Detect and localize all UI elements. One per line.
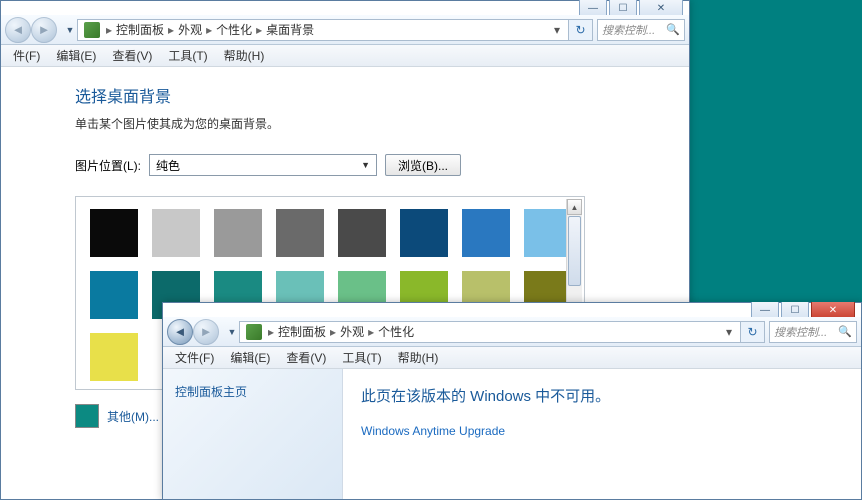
color-swatch[interactable] <box>90 271 138 319</box>
picture-location-select[interactable]: 纯色 ▼ <box>149 154 377 176</box>
nav-bar: ◄ ► ▼ ▸ 控制面板▸ 外观▸ 个性化 ▾ ↻ 搜索控制... 🔍 <box>163 317 861 347</box>
menu-help[interactable]: 帮助(H) <box>216 45 273 66</box>
forward-button[interactable]: ► <box>193 319 219 345</box>
browse-button[interactable]: 浏览(B)... <box>385 154 461 176</box>
page-title: 选择桌面背景 <box>75 83 689 107</box>
color-swatch[interactable] <box>400 209 448 257</box>
color-swatch[interactable] <box>276 209 324 257</box>
control-panel-icon <box>246 324 262 340</box>
search-input[interactable]: 搜索控制... 🔍 <box>769 321 857 343</box>
menu-bar: 件(F) 编辑(E) 查看(V) 工具(T) 帮助(H) <box>1 45 689 67</box>
nav-bar: ◄ ► ▼ ▸ 控制面板▸ 外观▸ 个性化▸ 桌面背景 ▾ ↻ 搜索控制... … <box>1 15 689 45</box>
scroll-thumb[interactable] <box>568 216 581 286</box>
sidebar: 控制面板主页 <box>163 369 343 499</box>
sidebar-link-home[interactable]: 控制面板主页 <box>175 383 330 400</box>
color-swatch[interactable] <box>462 209 510 257</box>
menu-file[interactable]: 文件(F) <box>167 347 222 368</box>
menu-tools[interactable]: 工具(T) <box>160 45 215 66</box>
back-button[interactable]: ◄ <box>167 319 193 345</box>
color-swatch[interactable] <box>90 209 138 257</box>
control-panel-icon <box>84 22 100 38</box>
back-button[interactable]: ◄ <box>5 17 31 43</box>
menu-view[interactable]: 查看(V) <box>278 347 334 368</box>
refresh-button[interactable]: ↻ <box>569 19 593 41</box>
menu-edit[interactable]: 编辑(E) <box>48 45 104 66</box>
history-dropdown[interactable]: ▼ <box>63 25 77 35</box>
other-color-link[interactable]: 其他(M)... <box>75 404 159 428</box>
search-input[interactable]: 搜索控制... 🔍 <box>597 19 685 41</box>
main-content: 此页在该版本的 Windows 中不可用。 Windows Anytime Up… <box>343 369 861 499</box>
history-dropdown[interactable]: ▼ <box>225 327 239 337</box>
unavailable-message: 此页在该版本的 Windows 中不可用。 <box>361 385 843 406</box>
menu-file[interactable]: 件(F) <box>5 45 48 66</box>
anytime-upgrade-link[interactable]: Windows Anytime Upgrade <box>361 424 843 438</box>
color-swatch[interactable] <box>338 209 386 257</box>
breadcrumb[interactable]: ▸ 控制面板▸ 外观▸ 个性化▸ 桌面背景 ▾ <box>77 19 569 41</box>
other-color-swatch <box>75 404 99 428</box>
forward-button[interactable]: ► <box>31 17 57 43</box>
page-subtitle: 单击某个图片使其成为您的桌面背景。 <box>75 115 689 132</box>
color-swatch[interactable] <box>152 209 200 257</box>
location-label: 图片位置(L): <box>75 157 141 174</box>
menu-tools[interactable]: 工具(T) <box>334 347 389 368</box>
window-personalization: — ☐ ✕ ◄ ► ▼ ▸ 控制面板▸ 外观▸ 个性化 ▾ ↻ 搜索控制... … <box>162 302 862 500</box>
refresh-button[interactable]: ↻ <box>741 321 765 343</box>
color-swatch[interactable] <box>90 333 138 381</box>
menu-bar: 文件(F) 编辑(E) 查看(V) 工具(T) 帮助(H) <box>163 347 861 369</box>
color-swatch[interactable] <box>524 209 572 257</box>
chevron-down-icon: ▼ <box>361 160 370 170</box>
search-icon: 🔍 <box>666 23 680 36</box>
breadcrumb-dropdown[interactable]: ▾ <box>720 325 738 339</box>
color-swatch[interactable] <box>214 209 262 257</box>
search-icon: 🔍 <box>838 325 852 338</box>
menu-help[interactable]: 帮助(H) <box>390 347 447 368</box>
menu-edit[interactable]: 编辑(E) <box>222 347 278 368</box>
scroll-up-button[interactable]: ▲ <box>567 199 582 215</box>
menu-view[interactable]: 查看(V) <box>104 45 160 66</box>
breadcrumb-dropdown[interactable]: ▾ <box>548 23 566 37</box>
breadcrumb[interactable]: ▸ 控制面板▸ 外观▸ 个性化 ▾ <box>239 321 741 343</box>
